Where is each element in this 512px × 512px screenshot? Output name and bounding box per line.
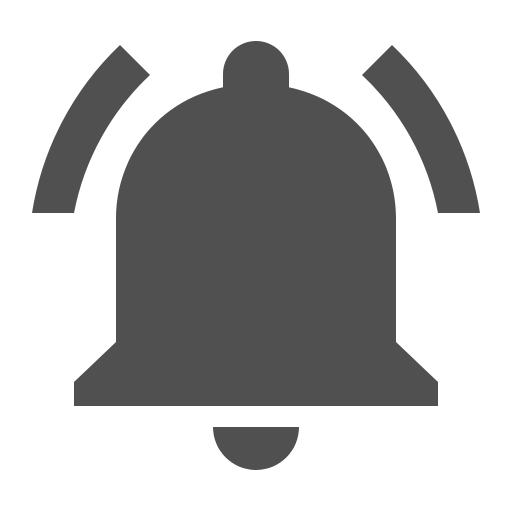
notification-bell-ringing-icon xyxy=(32,41,480,470)
bell-clapper-icon xyxy=(213,427,299,470)
icon-canvas xyxy=(0,0,512,512)
bell-body-icon xyxy=(74,84,438,406)
